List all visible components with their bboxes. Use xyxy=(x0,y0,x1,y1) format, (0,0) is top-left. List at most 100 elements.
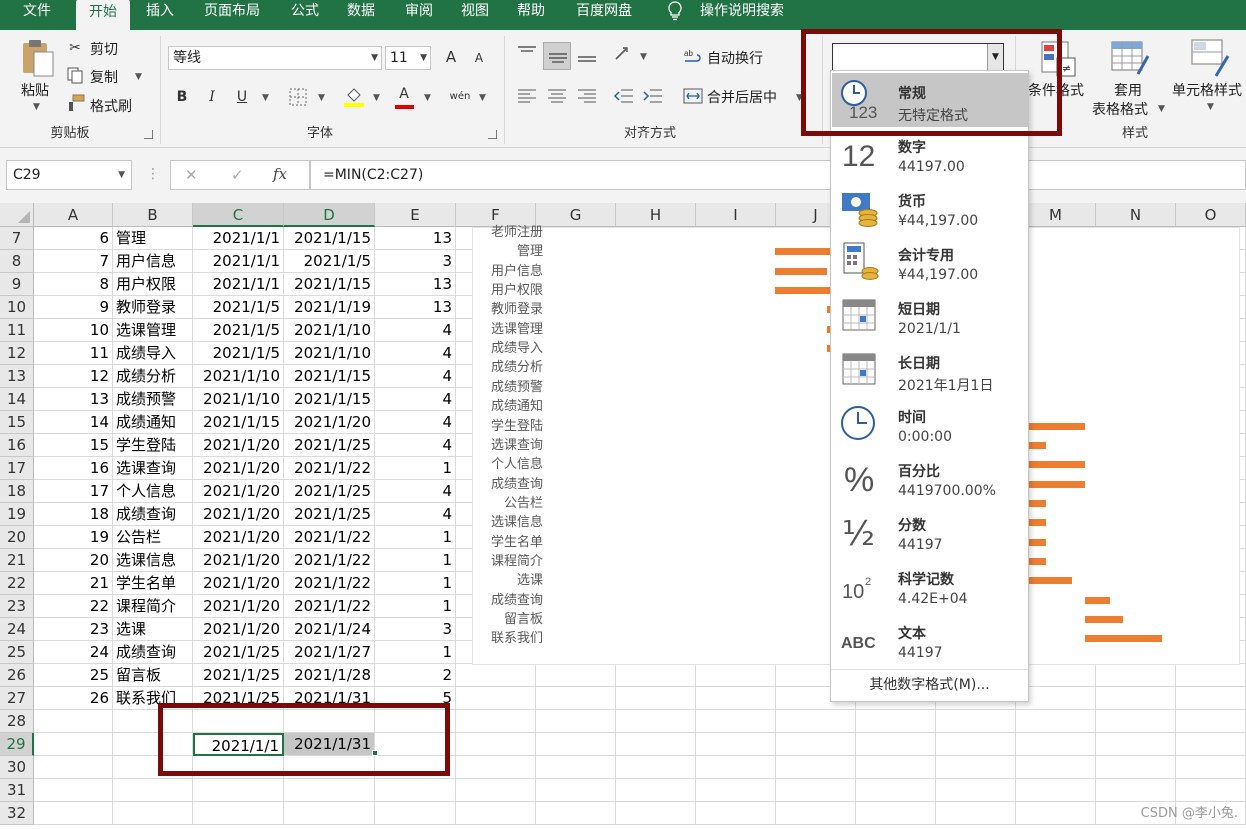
duration-cell[interactable]: 1 xyxy=(375,595,456,618)
row-header-19[interactable]: 19 xyxy=(0,503,34,526)
underline-dropdown-arrow[interactable]: ▼ xyxy=(262,93,269,103)
grid-cell[interactable] xyxy=(1176,733,1246,756)
grow-font-button[interactable]: A xyxy=(440,46,462,68)
grid-cell[interactable] xyxy=(616,710,696,733)
grid-cell[interactable] xyxy=(776,779,856,802)
gantt-bar[interactable] xyxy=(1084,596,1111,604)
copy-button[interactable]: 复制 xyxy=(90,67,118,87)
grid-cell[interactable] xyxy=(456,779,536,802)
phonetic-dropdown-arrow[interactable]: ▼ xyxy=(479,93,486,103)
format-scientific[interactable]: 10 2 科学记数 4.42E+04 xyxy=(832,559,1028,613)
index-cell[interactable]: 8 xyxy=(34,273,113,296)
task-name-cell[interactable]: 成绩查询 xyxy=(113,641,193,664)
tab-help[interactable]: 帮助 xyxy=(506,0,556,22)
date-cell[interactable]: 2021/1/20 xyxy=(193,618,284,641)
date-cell[interactable]: 2021/1/15 xyxy=(284,388,375,411)
row-header-8[interactable]: 8 xyxy=(0,250,34,273)
grid-cell[interactable] xyxy=(936,779,1016,802)
grid-cell[interactable] xyxy=(193,802,284,825)
grid-cell[interactable] xyxy=(456,733,536,756)
date-cell[interactable]: 2021/1/20 xyxy=(193,434,284,457)
task-name-cell[interactable]: 管理 xyxy=(113,227,193,250)
merge-center-icon[interactable] xyxy=(683,86,703,106)
grid-cell[interactable] xyxy=(536,733,616,756)
date-cell[interactable]: 2021/1/20 xyxy=(193,549,284,572)
date-cell[interactable]: 2021/1/20 xyxy=(193,572,284,595)
row-header-30[interactable]: 30 xyxy=(0,756,34,779)
increase-indent-icon[interactable] xyxy=(642,86,664,106)
column-header-i[interactable]: I xyxy=(696,203,776,227)
format-as-table-dropdown-arrow[interactable]: ▼ xyxy=(1158,104,1165,114)
tab-page-layout[interactable]: 页面布局 xyxy=(194,0,270,22)
task-name-cell[interactable]: 成绩预警 xyxy=(113,388,193,411)
grid-cell[interactable] xyxy=(776,802,856,825)
grid-cell[interactable] xyxy=(456,710,536,733)
format-as-table-icon[interactable] xyxy=(1110,40,1150,78)
task-name-cell[interactable]: 公告栏 xyxy=(113,526,193,549)
duration-cell[interactable]: 3 xyxy=(375,618,456,641)
grid-cell[interactable] xyxy=(456,687,536,710)
grid-cell[interactable] xyxy=(616,779,696,802)
date-cell[interactable]: 2021/1/1 xyxy=(193,273,284,296)
date-cell[interactable]: 2021/1/22 xyxy=(284,526,375,549)
borders-dropdown-arrow[interactable]: ▼ xyxy=(318,93,325,103)
tell-me-search[interactable]: 操作说明搜索 xyxy=(692,0,792,22)
index-cell[interactable]: 17 xyxy=(34,480,113,503)
grid-cell[interactable] xyxy=(776,710,856,733)
grid-cell[interactable] xyxy=(34,733,113,756)
grid-cell[interactable] xyxy=(1096,733,1176,756)
date-cell[interactable]: 2021/1/1 xyxy=(193,250,284,273)
index-cell[interactable]: 7 xyxy=(34,250,113,273)
task-name-cell[interactable]: 留言板 xyxy=(113,664,193,687)
format-long-date[interactable]: 长日期 2021年1月1日 xyxy=(832,343,1028,397)
duration-cell[interactable]: 1 xyxy=(375,572,456,595)
row-header-10[interactable]: 10 xyxy=(0,296,34,319)
fill-color-icon[interactable] xyxy=(343,85,365,107)
paste-icon[interactable] xyxy=(20,38,56,78)
row-header-7[interactable]: 7 xyxy=(0,227,34,250)
grid-cell[interactable] xyxy=(456,664,536,687)
grid-cell[interactable] xyxy=(536,710,616,733)
date-cell[interactable]: 2021/1/10 xyxy=(193,388,284,411)
grid-cell[interactable] xyxy=(616,756,696,779)
grid-cell[interactable] xyxy=(1016,779,1096,802)
index-cell[interactable]: 22 xyxy=(34,595,113,618)
index-cell[interactable]: 6 xyxy=(34,227,113,250)
grid-cell[interactable] xyxy=(193,779,284,802)
grid-cell[interactable] xyxy=(536,664,616,687)
grid-cell[interactable] xyxy=(456,756,536,779)
date-cell[interactable]: 2021/1/10 xyxy=(284,319,375,342)
date-cell[interactable]: 2021/1/10 xyxy=(193,365,284,388)
grid-cell[interactable] xyxy=(1096,664,1176,687)
fill-color-dropdown-arrow[interactable]: ▼ xyxy=(373,93,380,103)
date-cell[interactable]: 2021/1/1 xyxy=(193,227,284,250)
grid-cell[interactable] xyxy=(375,802,456,825)
scissors-icon[interactable]: ✂ xyxy=(64,37,86,59)
grid-cell[interactable] xyxy=(1016,710,1096,733)
format-currency[interactable]: 货币 ¥44,197.00 xyxy=(832,181,1028,235)
date-cell[interactable]: 2021/1/25 xyxy=(284,480,375,503)
task-name-cell[interactable]: 学生登陆 xyxy=(113,434,193,457)
grid-cell[interactable] xyxy=(696,733,776,756)
grid-cell[interactable] xyxy=(34,802,113,825)
font-name-combo[interactable]: 等线 ▼ xyxy=(168,46,382,70)
index-cell[interactable]: 10 xyxy=(34,319,113,342)
index-cell[interactable]: 9 xyxy=(34,296,113,319)
date-cell[interactable]: 2021/1/15 xyxy=(284,273,375,296)
column-header-d[interactable]: D xyxy=(284,203,375,227)
wrap-text-icon[interactable]: ab xyxy=(683,47,703,67)
gantt-bar[interactable] xyxy=(1020,422,1085,430)
grid-cell[interactable] xyxy=(1096,687,1176,710)
grid-cell[interactable] xyxy=(1176,779,1246,802)
date-cell[interactable]: 2021/1/20 xyxy=(193,457,284,480)
font-dialog-launcher[interactable] xyxy=(488,130,497,139)
enter-icon[interactable]: ✓ xyxy=(231,166,244,184)
duration-cell[interactable]: 4 xyxy=(375,365,456,388)
shrink-font-button[interactable]: A xyxy=(468,47,490,69)
align-bottom-icon[interactable] xyxy=(576,44,598,64)
duration-cell[interactable]: 4 xyxy=(375,503,456,526)
insert-function-icon[interactable]: fx xyxy=(273,165,287,183)
date-cell[interactable]: 2021/1/25 xyxy=(193,641,284,664)
index-cell[interactable]: 14 xyxy=(34,411,113,434)
grid-cell[interactable] xyxy=(284,779,375,802)
